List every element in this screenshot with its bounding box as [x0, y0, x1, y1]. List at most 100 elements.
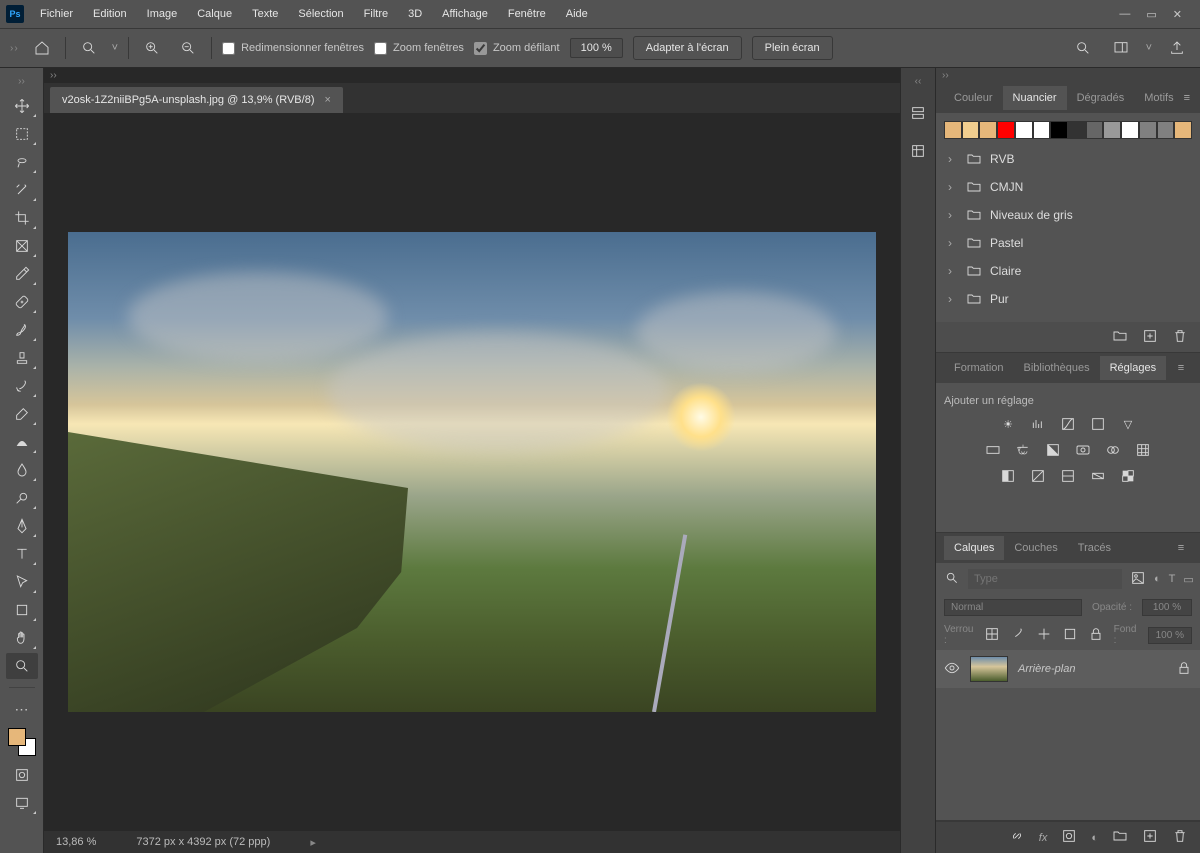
minimize-icon[interactable]: —: [1119, 8, 1130, 21]
opacity-value[interactable]: 100 %: [1142, 599, 1192, 616]
lut-icon[interactable]: [1134, 441, 1152, 459]
blend-mode-select[interactable]: Normal: [944, 599, 1082, 616]
new-layer-icon[interactable]: [1142, 828, 1158, 847]
edit-toolbar-icon[interactable]: ⋯: [6, 696, 38, 722]
history-brush-tool[interactable]: [6, 373, 38, 399]
swatch-folder[interactable]: ›Claire: [944, 257, 1192, 285]
eyedropper-tool[interactable]: [6, 261, 38, 287]
swatch[interactable]: [944, 121, 962, 139]
hand-tool[interactable]: [6, 625, 38, 651]
trash-icon[interactable]: [1172, 828, 1188, 847]
lock-position-icon[interactable]: [1036, 626, 1052, 645]
link-icon[interactable]: [1009, 828, 1025, 847]
layer-filter-input[interactable]: [968, 569, 1122, 589]
menu-3d[interactable]: 3D: [398, 2, 432, 26]
adjustments-menu-icon[interactable]: ≡: [1174, 362, 1192, 374]
dropdown-icon[interactable]: ˅: [1146, 42, 1152, 54]
scrubby-zoom-checkbox[interactable]: Zoom défilant: [474, 42, 560, 55]
status-arrow-icon[interactable]: ▸: [310, 836, 316, 849]
stamp-tool[interactable]: [6, 345, 38, 371]
curves-icon[interactable]: [1059, 415, 1077, 433]
grip-icon[interactable]: ››: [18, 76, 25, 87]
tab-formation[interactable]: Formation: [944, 356, 1014, 380]
tab-dégradés[interactable]: Dégradés: [1067, 86, 1135, 110]
bw-icon[interactable]: [1044, 441, 1062, 459]
quick-mask-icon[interactable]: [6, 762, 38, 788]
lasso-tool[interactable]: [6, 149, 38, 175]
history-panel-icon[interactable]: [906, 101, 930, 125]
layer-name[interactable]: Arrière-plan: [1018, 663, 1166, 675]
dodge-tool[interactable]: [6, 485, 38, 511]
tab-nuancier[interactable]: Nuancier: [1003, 86, 1067, 110]
threshold-icon[interactable]: [1059, 467, 1077, 485]
frame-tool[interactable]: [6, 233, 38, 259]
trash-icon[interactable]: [1172, 328, 1188, 347]
swatch[interactable]: [1174, 121, 1192, 139]
tab-motifs[interactable]: Motifs: [1134, 86, 1183, 110]
folder-icon[interactable]: [1112, 328, 1128, 347]
lock-artboard-icon[interactable]: [1062, 626, 1078, 645]
status-zoom[interactable]: 13,86 %: [56, 836, 96, 848]
home-button[interactable]: [29, 35, 55, 61]
selective-color-icon[interactable]: [1119, 467, 1137, 485]
tab-réglages[interactable]: Réglages: [1100, 356, 1166, 380]
search-icon[interactable]: [1070, 35, 1096, 61]
vibrance-icon[interactable]: ▽: [1119, 415, 1137, 433]
menu-edition[interactable]: Edition: [83, 2, 137, 26]
visibility-icon[interactable]: [944, 660, 960, 679]
swatch[interactable]: [1157, 121, 1175, 139]
swatch-folder[interactable]: ›Pastel: [944, 229, 1192, 257]
menu-sélection[interactable]: Sélection: [288, 2, 353, 26]
grip-icon[interactable]: ››: [10, 43, 19, 54]
workspace-icon[interactable]: [1108, 35, 1134, 61]
status-dimensions[interactable]: 7372 px x 4392 px (72 ppp): [136, 836, 270, 848]
swatch-folder[interactable]: ›RVB: [944, 145, 1192, 173]
swatch[interactable]: [1121, 121, 1139, 139]
invert-icon[interactable]: [999, 467, 1017, 485]
zoom-windows-checkbox[interactable]: Zoom fenêtres: [374, 42, 464, 55]
lock-icon[interactable]: [1176, 660, 1192, 679]
eraser-tool[interactable]: [6, 401, 38, 427]
menu-affichage[interactable]: Affichage: [432, 2, 498, 26]
swatches-menu-icon[interactable]: ≡: [1184, 92, 1194, 104]
fx-icon[interactable]: fx: [1039, 832, 1048, 844]
tab-couches[interactable]: Couches: [1004, 536, 1067, 560]
filter-image-icon[interactable]: [1130, 570, 1146, 589]
menu-filtre[interactable]: Filtre: [354, 2, 398, 26]
swatch[interactable]: [962, 121, 980, 139]
dropdown-icon[interactable]: ˅: [112, 42, 118, 54]
hue-icon[interactable]: [984, 441, 1002, 459]
lock-pixels-icon[interactable]: [1010, 626, 1026, 645]
levels-icon[interactable]: [1029, 415, 1047, 433]
lock-all-icon[interactable]: [1088, 626, 1104, 645]
swatch[interactable]: [1033, 121, 1051, 139]
fill-value[interactable]: 100 %: [1148, 627, 1192, 644]
channel-mixer-icon[interactable]: [1104, 441, 1122, 459]
swatch[interactable]: [1015, 121, 1033, 139]
path-select-tool[interactable]: [6, 569, 38, 595]
filter-type-icon[interactable]: T: [1169, 573, 1176, 585]
lock-trans-icon[interactable]: [984, 626, 1000, 645]
swatch[interactable]: [979, 121, 997, 139]
zoom-value-field[interactable]: 100 %: [570, 38, 623, 58]
resize-windows-checkbox[interactable]: Redimensionner fenêtres: [222, 42, 364, 55]
wand-tool[interactable]: [6, 177, 38, 203]
type-tool[interactable]: [6, 541, 38, 567]
canvas-image[interactable]: [68, 232, 876, 712]
brightness-icon[interactable]: ☀: [999, 415, 1017, 433]
balance-icon[interactable]: [1014, 441, 1032, 459]
swatch-folder[interactable]: ›Niveaux de gris: [944, 201, 1192, 229]
marquee-tool[interactable]: [6, 121, 38, 147]
healing-tool[interactable]: [6, 289, 38, 315]
shape-tool[interactable]: [6, 597, 38, 623]
menu-texte[interactable]: Texte: [242, 2, 288, 26]
layer-thumbnail[interactable]: [970, 656, 1008, 682]
filter-adjust-icon[interactable]: ◐: [1154, 573, 1161, 585]
move-tool[interactable]: [6, 93, 38, 119]
gradient-map-icon[interactable]: [1089, 467, 1107, 485]
swatch-folder[interactable]: ›CMJN: [944, 173, 1192, 201]
brush-tool[interactable]: [6, 317, 38, 343]
layers-menu-icon[interactable]: ≡: [1174, 542, 1192, 554]
zoom-out-icon[interactable]: [175, 35, 201, 61]
menu-fichier[interactable]: Fichier: [30, 2, 83, 26]
